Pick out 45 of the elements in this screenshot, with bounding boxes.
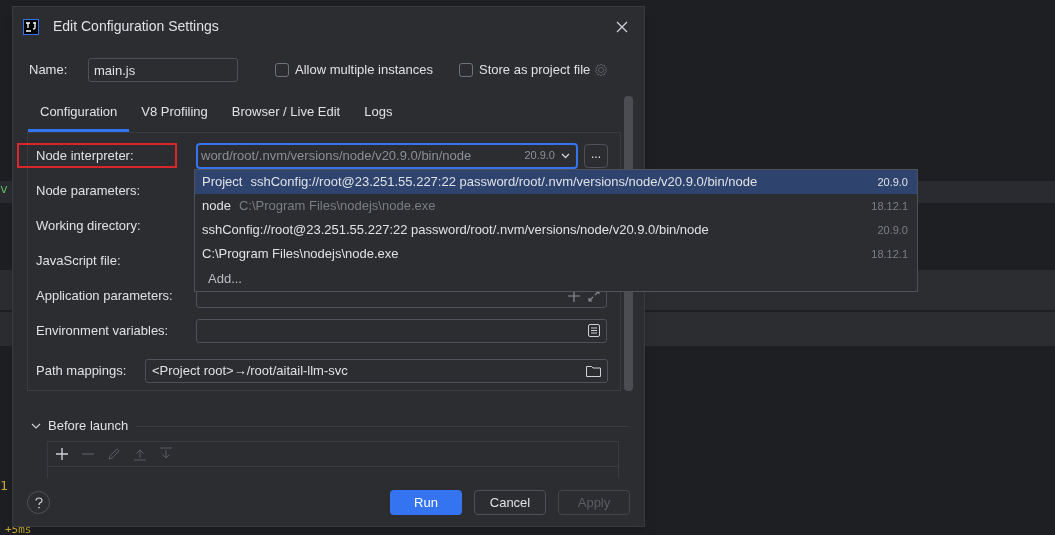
help-icon (34, 496, 43, 509)
checkbox[interactable] (459, 63, 473, 77)
toolbar-button[interactable] (54, 446, 70, 462)
tab[interactable]: Logs (352, 98, 405, 132)
field-label: Path mappings: (36, 361, 127, 380)
dropdown-item[interactable]: Project sshConfig://root@23.251.55.227:22 password/root/.nvm/versions/node/v20.9.0/bin/node 20.9.0 (195, 170, 917, 194)
caret-icon (561, 152, 570, 159)
close-icon (616, 20, 628, 33)
checkbox-option[interactable]: Allow multiple instances (275, 60, 433, 80)
dropdown-item[interactable]: node C:\Program Files\nodejs\node.exe 18.12.1 (195, 194, 917, 218)
dialog-button[interactable]: Cancel (474, 490, 546, 515)
arrow-up-icon (133, 447, 147, 461)
dropdown-item[interactable]: sshConfig://root@23.251.55.227:22 password/root/.nvm/versions/node/v20.9.0/bin/node 20.9.0 (195, 218, 917, 242)
name-field[interactable]: main.js (88, 58, 238, 82)
checkbox[interactable] (275, 63, 289, 77)
section-title: Before launch (48, 417, 129, 436)
arrow-down-icon (159, 447, 173, 461)
browse-button[interactable]: ... (584, 143, 608, 168)
tab[interactable]: Configuration (28, 98, 130, 132)
field-label: JavaScript file: (36, 251, 121, 270)
field-label: Working directory: (36, 216, 141, 235)
dialog-button[interactable]: Run (390, 490, 462, 515)
tab[interactable]: V8 Profiling (129, 98, 220, 132)
interpreter-combobox[interactable]: word/root/.nvm/versions/node/v20.9.0/bin/node 20.9.0 (196, 142, 578, 169)
checkbox-option[interactable]: Store as project file (459, 60, 591, 80)
field-label: Environment variables: (36, 321, 169, 340)
field-label: Application parameters: (36, 286, 173, 305)
plus-icon (55, 447, 69, 461)
dropdown-item[interactable]: Add... (195, 266, 917, 291)
input-field[interactable]: <Project root>→/root/aitail-llm-svc (145, 358, 608, 383)
expand-icon (588, 289, 600, 302)
document-icon (588, 324, 600, 337)
code-text: v (0, 181, 8, 197)
folder-icon (586, 364, 601, 377)
field-label: Node interpreter: (17, 143, 177, 168)
name-label: Name: (29, 61, 69, 80)
code-text: 1 (0, 478, 8, 494)
tab[interactable]: Browser / Live Edit (219, 98, 353, 132)
dropdown-item[interactable]: C:\Program Files\nodejs\node.exe 18.12.1 (195, 242, 917, 266)
pencil-icon (107, 447, 121, 461)
field-label: Node parameters: (36, 181, 141, 200)
gear-icon (594, 63, 609, 77)
window-title: Edit Configuration Settings (53, 17, 219, 36)
app-icon (23, 18, 39, 35)
input-field[interactable] (196, 318, 607, 343)
